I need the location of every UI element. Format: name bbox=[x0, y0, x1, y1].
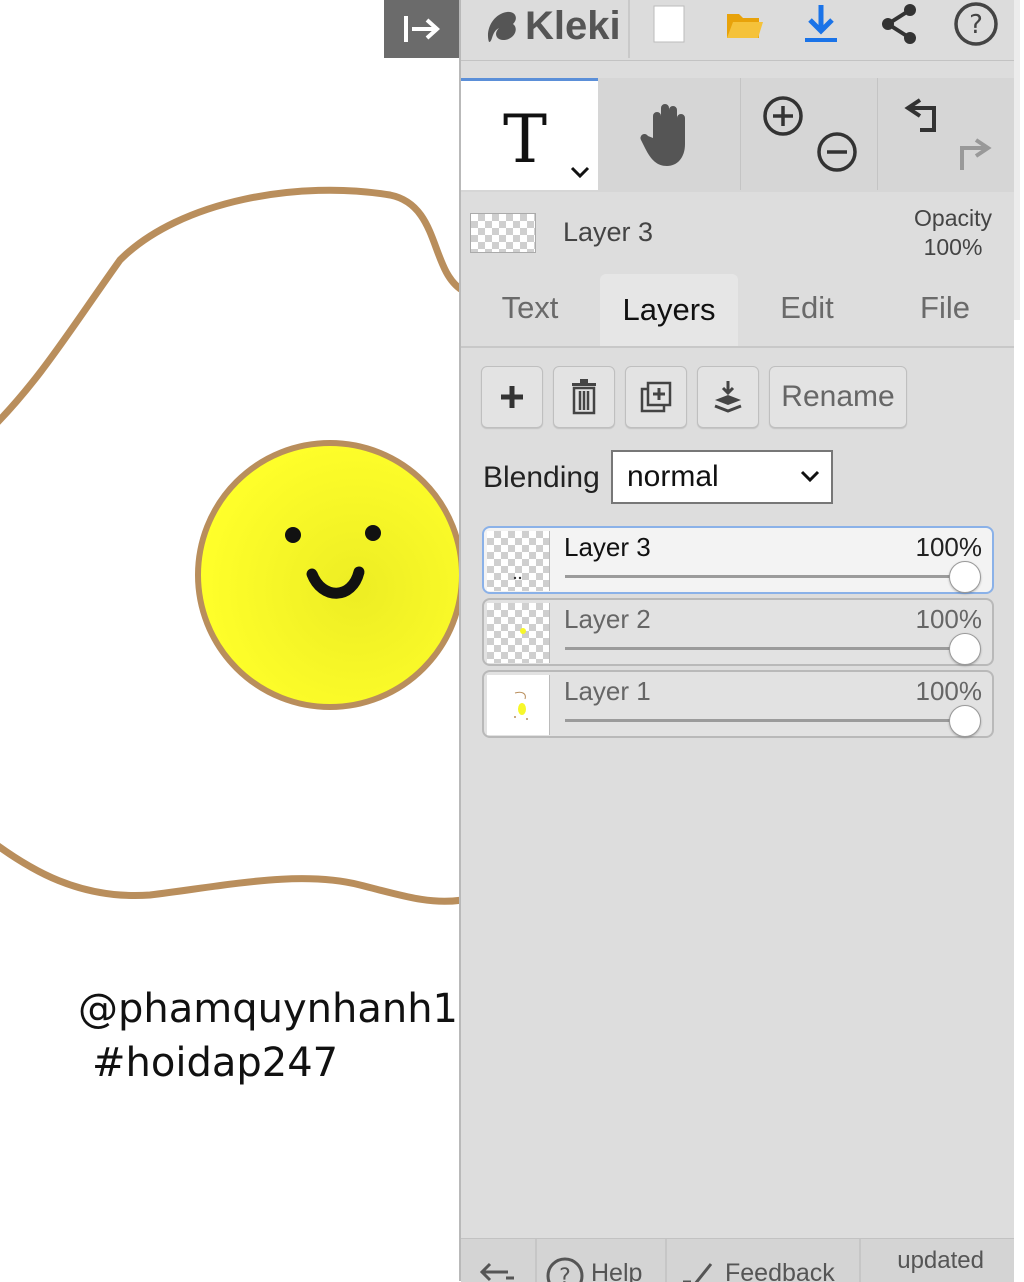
opacity-slider-track[interactable] bbox=[565, 575, 964, 578]
swap-sidebar-button[interactable] bbox=[461, 1239, 537, 1282]
opacity-slider-handle[interactable] bbox=[949, 633, 981, 665]
tab-layers[interactable]: Layers bbox=[600, 274, 738, 346]
history-controls bbox=[877, 78, 1015, 190]
share-icon bbox=[882, 4, 916, 44]
current-layer-info: Layer 3 Opacity 100% bbox=[461, 193, 1014, 271]
signature-line-2: #hoidap247 bbox=[92, 1040, 339, 1086]
help-link[interactable]: ? Help bbox=[537, 1239, 667, 1282]
layer-name: Layer 2 bbox=[564, 604, 651, 634]
signature-text: @phamquynhanh13 #hoidap247 bbox=[78, 982, 460, 1090]
layer-opacity: 100% bbox=[915, 532, 983, 562]
delete-layer-button[interactable] bbox=[553, 366, 615, 428]
add-layer-button[interactable] bbox=[481, 366, 543, 428]
bottom-bar: ? Help Feedback updated bbox=[461, 1238, 1014, 1282]
layer-item-layer-2[interactable]: Layer 2 100% bbox=[482, 598, 994, 666]
zoom-out-icon[interactable] bbox=[815, 130, 859, 174]
layer-item-layer-1[interactable]: Layer 1 100% bbox=[482, 670, 994, 738]
merge-down-icon bbox=[714, 381, 742, 413]
collapse-sidebar-icon bbox=[403, 16, 440, 42]
right-eye bbox=[365, 525, 381, 541]
kleki-logo[interactable]: Kleki bbox=[479, 0, 621, 52]
signature-line-1: @phamquynhanh13 bbox=[78, 986, 460, 1032]
current-layer-thumbnail bbox=[470, 213, 536, 253]
layer-thumbnail bbox=[487, 531, 550, 591]
help-button[interactable]: ? bbox=[950, 0, 1002, 48]
egg-yolk bbox=[195, 440, 460, 710]
tab-edit[interactable]: Edit bbox=[738, 272, 876, 344]
sidebar: Kleki ? T Layer 3 Opacity 100% Text Laye… bbox=[459, 0, 1014, 1282]
delete-layer-icon bbox=[572, 379, 596, 415]
chevron-down-icon[interactable] bbox=[569, 165, 591, 179]
tab-text[interactable]: Text bbox=[461, 272, 599, 344]
opacity-slider-track[interactable] bbox=[565, 719, 964, 722]
chevron-down-icon bbox=[800, 470, 820, 483]
layer-thumbnail bbox=[487, 675, 550, 735]
swap-arrows-icon bbox=[479, 1262, 514, 1282]
new-image-icon bbox=[653, 5, 685, 43]
blending-row: Blending normal bbox=[483, 450, 833, 506]
opacity-slider-handle[interactable] bbox=[949, 705, 981, 737]
layer-opacity: 100% bbox=[915, 604, 983, 634]
blending-label: Blending bbox=[483, 461, 600, 494]
scrollbar-thumb[interactable] bbox=[1014, 0, 1020, 320]
svg-text:?: ? bbox=[969, 10, 983, 40]
hand-icon bbox=[640, 104, 685, 166]
updated-label[interactable]: updated bbox=[897, 1247, 984, 1275]
top-toolbar: Kleki ? bbox=[461, 0, 1014, 61]
blending-mode-value: normal bbox=[627, 460, 719, 493]
opacity-slider-handle[interactable] bbox=[949, 561, 981, 593]
undo-icon[interactable] bbox=[900, 94, 942, 136]
egg-white-outline-bottom bbox=[0, 843, 460, 905]
kleki-logo-icon bbox=[487, 11, 516, 43]
layer-thumbnail-content bbox=[513, 576, 522, 580]
duplicate-layer-button[interactable] bbox=[625, 366, 687, 428]
current-layer-name: Layer 3 bbox=[563, 217, 654, 247]
feedback-label: Feedback bbox=[725, 1259, 835, 1282]
redo-icon[interactable] bbox=[954, 134, 996, 176]
hand-tool-button[interactable] bbox=[599, 78, 739, 190]
download-button[interactable] bbox=[795, 0, 847, 48]
help-circle-icon: ? bbox=[546, 1257, 584, 1282]
duplicate-layer-icon bbox=[640, 381, 672, 413]
merge-down-button[interactable] bbox=[697, 366, 759, 428]
feedback-link[interactable]: Feedback bbox=[667, 1239, 861, 1282]
help-circle-icon: ? bbox=[954, 2, 998, 46]
layer-item-layer-3[interactable]: Layer 3 100% bbox=[482, 526, 994, 594]
pencil-icon bbox=[683, 1263, 713, 1282]
rename-layer-button[interactable]: Rename bbox=[769, 366, 907, 428]
layer-thumbnail bbox=[487, 603, 550, 663]
drawing-canvas[interactable]: @phamquynhanh13 #hoidap247 bbox=[0, 0, 460, 1281]
zoom-in-icon[interactable] bbox=[761, 94, 805, 138]
layer-name: Layer 3 bbox=[564, 532, 651, 562]
tab-file[interactable]: File bbox=[876, 272, 1014, 344]
left-eye bbox=[285, 527, 301, 543]
help-label: Help bbox=[591, 1259, 643, 1282]
share-button[interactable] bbox=[873, 0, 925, 48]
opacity-label: Opacity bbox=[914, 205, 992, 231]
app-name: Kleki bbox=[525, 3, 621, 48]
page-scrollbar[interactable] bbox=[1014, 0, 1024, 1281]
layer-thumbnail-content bbox=[514, 691, 528, 720]
divider bbox=[628, 0, 630, 58]
svg-text:?: ? bbox=[559, 1265, 571, 1282]
collapse-sidebar-button[interactable] bbox=[384, 0, 459, 58]
open-file-button[interactable] bbox=[719, 0, 771, 48]
tool-row: T bbox=[461, 78, 1014, 192]
new-image-button[interactable] bbox=[643, 0, 695, 48]
text-tool-icon: T bbox=[503, 101, 548, 178]
opacity-slider-track[interactable] bbox=[565, 647, 964, 650]
text-tool-button[interactable]: T bbox=[461, 78, 598, 190]
open-folder-icon bbox=[727, 14, 763, 38]
add-layer-icon bbox=[501, 386, 523, 408]
layer-opacity: 100% bbox=[915, 676, 983, 706]
zoom-controls bbox=[740, 78, 877, 190]
blending-mode-select[interactable]: normal bbox=[611, 450, 833, 504]
download-icon bbox=[805, 5, 837, 42]
layer-name: Layer 1 bbox=[564, 676, 651, 706]
layer-thumbnail-content bbox=[520, 628, 526, 634]
opacity-value: 100% bbox=[923, 234, 983, 260]
egg-white-outline bbox=[0, 186, 460, 425]
tab-bar: Text Layers Edit File bbox=[461, 272, 1014, 348]
current-layer-opacity: Opacity 100% bbox=[914, 204, 992, 262]
